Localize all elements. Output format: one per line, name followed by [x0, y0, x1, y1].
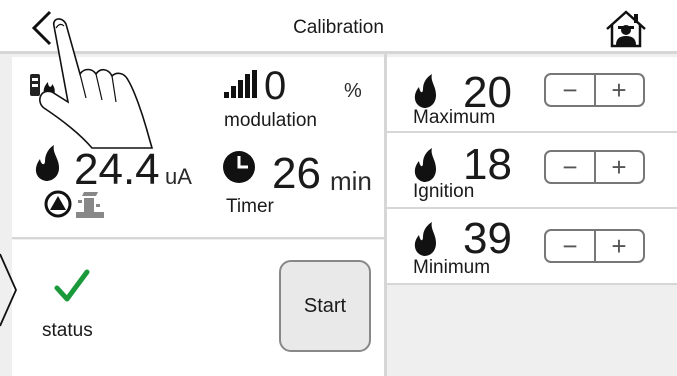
status-label: status — [42, 320, 93, 341]
flame-current-unit: uA — [165, 164, 192, 189]
ignition-decrement-button[interactable]: − — [546, 152, 596, 182]
minimum-value: 39 — [463, 214, 512, 263]
flame-icon — [411, 221, 437, 262]
clock-icon — [222, 150, 256, 189]
chimney-icon — [74, 190, 106, 225]
check-icon — [54, 268, 90, 309]
setting-row-minimum: 39 Minimum − + — [387, 209, 677, 283]
pump-icon — [44, 190, 72, 223]
minimum-label: Minimum — [413, 257, 491, 278]
ignition-stepper: − + — [544, 150, 645, 184]
screen: Calibration 0 % modulation 24.4 uA 26 mi… — [0, 0, 677, 376]
home-icon — [606, 10, 646, 48]
maximum-decrement-button[interactable]: − — [546, 75, 596, 105]
minimum-stepper: − + — [544, 229, 645, 263]
timer-label: Timer — [226, 196, 274, 217]
modulation-unit: % — [344, 80, 362, 102]
home-button[interactable] — [604, 9, 648, 49]
modulation-label: modulation — [224, 110, 317, 131]
maximum-label: Maximum — [413, 107, 496, 128]
divider-left — [12, 237, 384, 239]
timer-value: 26 — [272, 149, 321, 198]
hand-pointer-icon — [32, 16, 177, 161]
flame-icon — [32, 144, 60, 187]
ignition-increment-button[interactable]: + — [595, 152, 643, 182]
divider-right-3 — [387, 283, 677, 285]
timer-unit: min — [330, 166, 372, 196]
minimum-increment-button[interactable]: + — [595, 231, 643, 261]
flame-current-value: 24.4 — [74, 145, 160, 194]
maximum-increment-button[interactable]: + — [595, 75, 643, 105]
maximum-stepper: − + — [544, 73, 645, 107]
setting-row-maximum: 20 Maximum − + — [387, 57, 677, 131]
minimum-decrement-button[interactable]: − — [546, 231, 596, 261]
right-chevron-icon — [0, 250, 20, 335]
setting-row-ignition: 18 Ignition − + — [387, 133, 677, 207]
signal-bars-icon — [224, 70, 258, 105]
start-button[interactable]: Start — [279, 260, 371, 352]
modulation-value: 0 — [264, 64, 287, 108]
ignition-label: Ignition — [413, 181, 475, 202]
